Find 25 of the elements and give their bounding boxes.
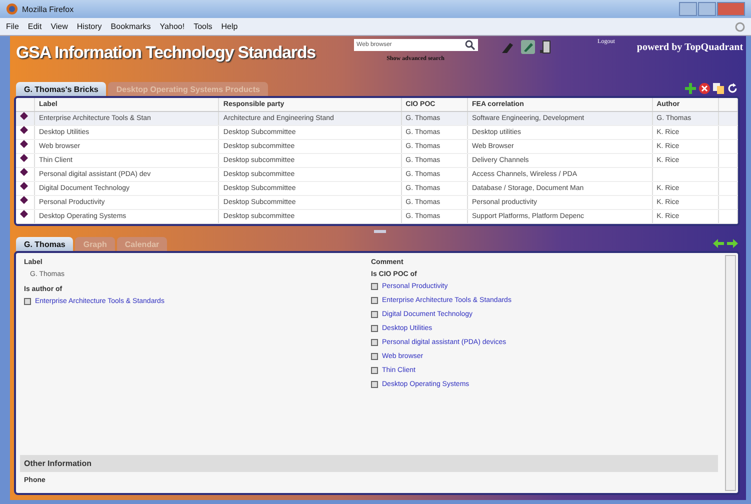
copy-icon[interactable] <box>713 83 724 94</box>
scrollbar[interactable] <box>725 255 736 491</box>
powered-by-text: powerd by TopQuadrant <box>636 42 744 53</box>
menu-item[interactable]: File <box>6 22 19 31</box>
tab[interactable]: G. Thomas <box>16 237 74 251</box>
menu-item[interactable]: Edit <box>28 22 42 31</box>
delete-icon[interactable] <box>699 83 710 94</box>
search-icon <box>464 40 475 50</box>
menu-item[interactable]: View <box>50 22 68 31</box>
browser-logo-icon <box>6 3 18 15</box>
throbber-icon <box>735 22 745 32</box>
add-icon[interactable] <box>685 83 696 94</box>
app-title: GSA Information Technology Standards <box>16 43 316 63</box>
menu-item[interactable]: Tools <box>194 22 212 31</box>
menu-item[interactable]: Yahoo! <box>160 22 185 31</box>
tab[interactable]: G. Thomas's Bricks <box>16 82 106 96</box>
back-arrow-icon[interactable] <box>713 239 724 248</box>
window-title: Mozilla Firefox <box>22 4 74 14</box>
section-header: Other Information <box>20 455 718 472</box>
refresh-icon[interactable] <box>727 83 738 94</box>
menu-item[interactable]: Bookmarks <box>110 22 151 31</box>
forward-arrow-icon[interactable] <box>727 239 738 248</box>
splitter-handle[interactable] <box>374 230 386 232</box>
menu-item[interactable]: History <box>76 22 102 31</box>
menu-item[interactable]: Help <box>221 22 238 31</box>
